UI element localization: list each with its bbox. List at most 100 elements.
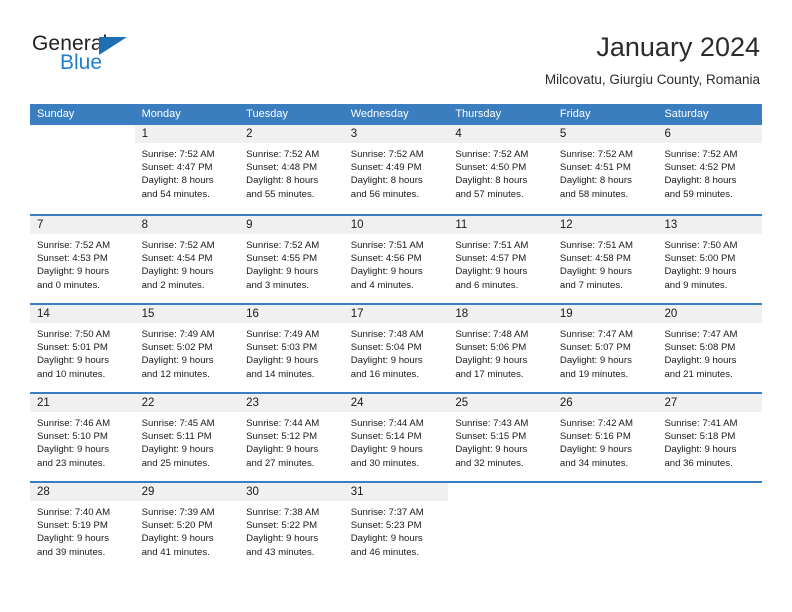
day-cell-3[interactable]: 3 Sunrise: 7:52 AM Sunset: 4:49 PM Daylight…: [343, 125, 449, 214]
day-daylight-text: Daylight: 8 hours: [141, 175, 214, 187]
weekday-header-sunday: Sunday: [37, 108, 75, 120]
day-sunset-text: Sunset: 5:16 PM: [559, 431, 631, 443]
day-cell-10[interactable]: 10 Sunrise: 7:51 AM Sunset: 4:56 PM Dayligh…: [343, 216, 449, 303]
calendar-grid: Sunday Monday Tuesday Wednesday Thursday Frid…: [30, 104, 763, 570]
day-sunrise-text: Sunrise: 7:52 AM: [37, 240, 111, 251]
day-cell-1[interactable]: 1 Sunrise: 7:52 AM Sunset: 4:47 PM Daylight…: [134, 125, 240, 214]
weekday-header-wednesday: Wednesday: [350, 108, 409, 120]
day-sun-info: Sunrise: 7:52 AM Sunset: 4:54 PM Daylight:…: [135, 234, 240, 292]
day-cell-23[interactable]: 23 Sunrise: 7:44 AM Sunset: 5:12 PM Dayligh…: [239, 394, 344, 481]
calendar-week-row: 28 Sunrise: 7:40 AM Sunset: 5:19 PM Dayligh…: [30, 481, 763, 570]
day-number: 5: [552, 125, 658, 143]
day-sunrise-text: Sunrise: 7:49 AM: [141, 329, 215, 340]
day-daylight-text: Daylight: 9 hours: [664, 355, 737, 367]
day-daylight-text: and 36 minutes.: [664, 457, 733, 469]
day-cell-21[interactable]: 21 Sunrise: 7:46 AM Sunset: 5:10 PM Dayligh…: [30, 394, 135, 481]
day-daylight-text: Daylight: 9 hours: [141, 444, 214, 456]
day-daylight-text: and 16 minutes.: [350, 368, 420, 380]
day-cell-16[interactable]: 16 Sunrise: 7:49 AM Sunset: 5:03 PM Dayligh…: [239, 305, 344, 392]
day-cell-4[interactable]: 4 Sunrise: 7:52 AM Sunset: 4:50 PM Daylight…: [448, 125, 553, 214]
day-daylight-text: and 0 minutes.: [37, 279, 100, 291]
day-cell-5[interactable]: 5 Sunrise: 7:52 AM Sunset: 4:51 PM Daylight…: [552, 125, 658, 214]
day-cell-7[interactable]: 7 Sunrise: 7:52 AM Sunset: 4:53 PM Daylight…: [30, 216, 135, 303]
day-daylight-text: and 4 minutes.: [350, 279, 414, 291]
day-daylight-text: Daylight: 9 hours: [246, 266, 319, 278]
day-sunset-text: Sunset: 5:10 PM: [37, 431, 108, 443]
day-daylight-text: and 6 minutes.: [455, 279, 519, 291]
day-cell-29[interactable]: 29 Sunrise: 7:39 AM Sunset: 5:20 PM Dayligh…: [134, 483, 240, 570]
day-sunset-text: Sunset: 5:14 PM: [350, 431, 422, 443]
day-cell-6[interactable]: 6 Sunrise: 7:52 AM Sunset: 4:52 PM Daylight…: [657, 125, 763, 214]
day-daylight-text: Daylight: 8 hours: [350, 175, 423, 187]
calendar-page: General Blue January 2024 Milcovatu, Giu…: [0, 0, 792, 612]
day-cell-31[interactable]: 31 Sunrise: 7:37 AM Sunset: 5:23 PM Dayligh…: [343, 483, 449, 570]
day-sun-info: Sunrise: 7:42 AM Sunset: 5:16 PM Daylight:…: [553, 412, 658, 470]
day-cell-11[interactable]: 11 Sunrise: 7:51 AM Sunset: 4:57 PM Dayligh…: [448, 216, 553, 303]
day-number-band: [552, 483, 658, 501]
day-cell-14[interactable]: 14 Sunrise: 7:50 AM Sunset: 5:01 PM Dayligh…: [30, 305, 135, 392]
day-sun-info: Sunrise: 7:46 AM Sunset: 5:10 PM Daylight:…: [30, 412, 135, 470]
day-cell-9[interactable]: 9 Sunrise: 7:52 AM Sunset: 4:55 PM Daylight…: [239, 216, 344, 303]
day-daylight-text: and 7 minutes.: [559, 279, 623, 291]
day-sunset-text: Sunset: 4:50 PM: [455, 162, 527, 174]
day-daylight-text: Daylight: 9 hours: [37, 444, 109, 456]
day-daylight-text: Daylight: 8 hours: [246, 175, 319, 187]
day-cell-25[interactable]: 25 Sunrise: 7:43 AM Sunset: 5:15 PM Dayligh…: [448, 394, 553, 481]
day-cell-27[interactable]: 27 Sunrise: 7:41 AM Sunset: 5:18 PM Dayligh…: [657, 394, 763, 481]
day-sun-info: Sunrise: 7:38 AM Sunset: 5:22 PM Daylight:…: [239, 501, 344, 559]
day-daylight-text: Daylight: 9 hours: [246, 533, 319, 545]
day-sunrise-text: Sunrise: 7:47 AM: [664, 329, 738, 340]
day-daylight-text: Daylight: 8 hours: [559, 175, 632, 187]
day-sun-info: Sunrise: 7:52 AM Sunset: 4:51 PM Daylight:…: [553, 143, 658, 201]
day-number: 8: [134, 216, 240, 234]
day-sunset-text: Sunset: 5:01 PM: [37, 342, 108, 354]
day-sunrise-text: Sunrise: 7:52 AM: [246, 240, 320, 251]
day-cell-24[interactable]: 24 Sunrise: 7:44 AM Sunset: 5:14 PM Dayligh…: [343, 394, 449, 481]
day-cell-18[interactable]: 18 Sunrise: 7:48 AM Sunset: 5:06 PM Dayligh…: [448, 305, 553, 392]
day-cell-26[interactable]: 26 Sunrise: 7:42 AM Sunset: 5:16 PM Dayligh…: [552, 394, 658, 481]
day-cell-19[interactable]: 19 Sunrise: 7:47 AM Sunset: 5:07 PM Dayligh…: [552, 305, 658, 392]
day-cell-20[interactable]: 20 Sunrise: 7:47 AM Sunset: 5:08 PM Dayligh…: [657, 305, 763, 392]
day-cell-22[interactable]: 22 Sunrise: 7:45 AM Sunset: 5:11 PM Dayligh…: [134, 394, 240, 481]
day-daylight-text: and 59 minutes.: [664, 188, 733, 200]
day-cell-15[interactable]: 15 Sunrise: 7:49 AM Sunset: 5:02 PM Dayligh…: [134, 305, 240, 392]
day-sun-info: Sunrise: 7:51 AM Sunset: 4:58 PM Daylight:…: [553, 234, 658, 292]
day-daylight-text: and 30 minutes.: [350, 457, 420, 469]
day-daylight-text: Daylight: 9 hours: [559, 266, 632, 278]
day-daylight-text: Daylight: 9 hours: [350, 533, 423, 545]
day-number: 12: [552, 216, 658, 234]
day-sun-info: Sunrise: 7:40 AM Sunset: 5:19 PM Daylight:…: [30, 501, 135, 559]
general-blue-logo[interactable]: General Blue: [30, 32, 230, 88]
day-sun-info: Sunrise: 7:44 AM Sunset: 5:12 PM Daylight:…: [239, 412, 344, 470]
day-daylight-text: and 32 minutes.: [455, 457, 524, 469]
day-cell-2[interactable]: 2 Sunrise: 7:52 AM Sunset: 4:48 PM Daylight…: [239, 125, 344, 214]
day-cell-12[interactable]: 12 Sunrise: 7:51 AM Sunset: 4:58 PM Dayligh…: [552, 216, 658, 303]
day-cell-28[interactable]: 28 Sunrise: 7:40 AM Sunset: 5:19 PM Dayligh…: [30, 483, 135, 570]
day-sunrise-text: Sunrise: 7:52 AM: [455, 149, 529, 160]
day-daylight-text: and 17 minutes.: [455, 368, 524, 380]
day-cell-13[interactable]: 13 Sunrise: 7:50 AM Sunset: 5:00 PM Dayligh…: [657, 216, 763, 303]
day-daylight-text: and 2 minutes.: [141, 279, 205, 291]
day-cell-empty: [552, 483, 658, 570]
day-number: 30: [239, 483, 344, 501]
day-daylight-text: Daylight: 9 hours: [350, 355, 423, 367]
day-sun-info: Sunrise: 7:43 AM Sunset: 5:15 PM Daylight:…: [448, 412, 553, 470]
day-cell-17[interactable]: 17 Sunrise: 7:48 AM Sunset: 5:04 PM Dayligh…: [343, 305, 449, 392]
day-daylight-text: Daylight: 9 hours: [37, 533, 109, 545]
day-sun-info: Sunrise: 7:51 AM Sunset: 4:56 PM Daylight:…: [344, 234, 449, 292]
day-sun-info: Sunrise: 7:52 AM Sunset: 4:50 PM Daylight:…: [448, 143, 553, 201]
day-sunset-text: Sunset: 5:22 PM: [246, 520, 318, 532]
day-cell-empty: [30, 125, 135, 214]
day-daylight-text: Daylight: 9 hours: [141, 533, 214, 545]
weekday-header-saturday: Saturday: [664, 108, 709, 120]
day-daylight-text: and 58 minutes.: [559, 188, 629, 200]
day-number: 7: [30, 216, 135, 234]
day-sunset-text: Sunset: 5:18 PM: [664, 431, 736, 443]
day-sunrise-text: Sunrise: 7:37 AM: [350, 507, 424, 518]
day-daylight-text: and 41 minutes.: [141, 546, 210, 558]
day-cell-8[interactable]: 8 Sunrise: 7:52 AM Sunset: 4:54 PM Daylight…: [134, 216, 240, 303]
day-sunrise-text: Sunrise: 7:52 AM: [664, 149, 738, 160]
day-number: 1: [134, 125, 240, 143]
day-daylight-text: Daylight: 9 hours: [246, 355, 319, 367]
day-cell-30[interactable]: 30 Sunrise: 7:38 AM Sunset: 5:22 PM Dayligh…: [239, 483, 344, 570]
